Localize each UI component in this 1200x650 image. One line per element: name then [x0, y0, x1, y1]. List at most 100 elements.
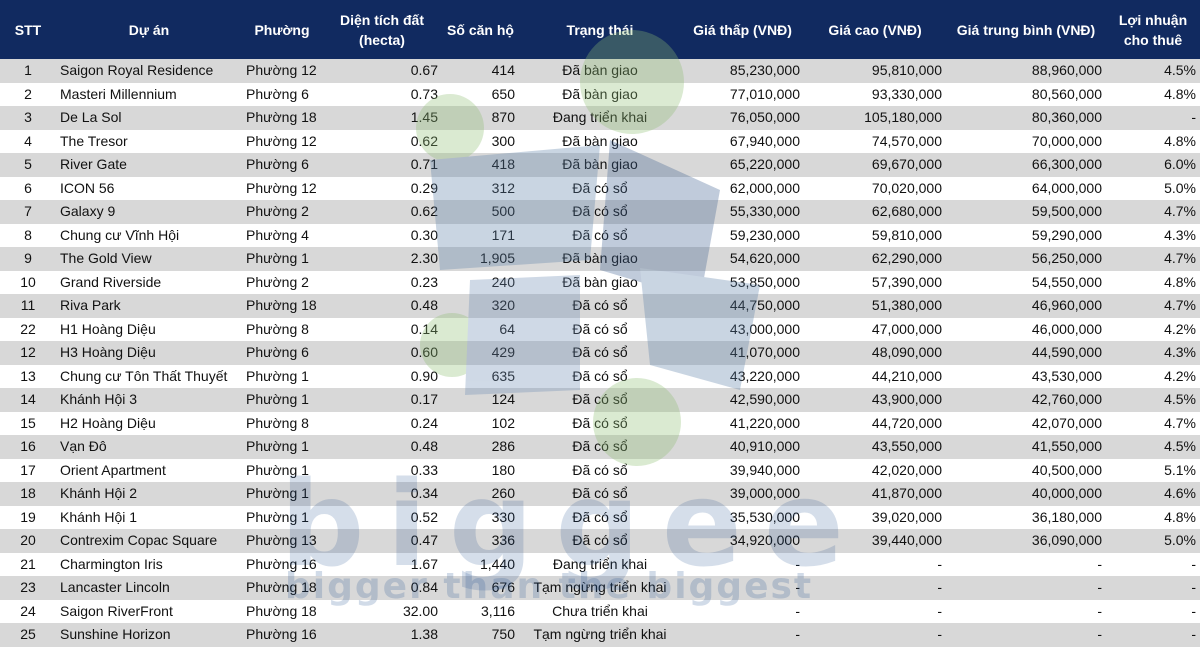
- cell-land-area: 0.71: [322, 153, 442, 177]
- cell-avg-price: 36,180,000: [946, 505, 1106, 529]
- cell-avg-price: 40,500,000: [946, 458, 1106, 482]
- cell-avg-price: 70,000,000: [946, 129, 1106, 153]
- table-row: 16 Vạn Đô Phường 1 0.48 286 Đã có sổ 40,910,00…: [0, 435, 1200, 459]
- cell-stt: 13: [0, 364, 56, 388]
- cell-land-area: 0.34: [322, 482, 442, 506]
- cell-land-area: 0.48: [322, 435, 442, 459]
- cell-avg-price: -: [946, 576, 1106, 600]
- table-header: STT Dự án Phường Diện tích đất (hecta) S…: [0, 0, 1200, 59]
- cell-max-price: -: [804, 623, 946, 647]
- cell-project-name: Lancaster Lincoln: [56, 576, 242, 600]
- cell-rental-yield: 4.8%: [1106, 129, 1200, 153]
- cell-land-area: 0.48: [322, 294, 442, 318]
- table-row: 24 Saigon RiverFront Phường 18 32.00 3,116 Ch…: [0, 599, 1200, 623]
- table-row: 19 Khánh Hội 1 Phường 1 0.52 330 Đã có sổ 35,5…: [0, 505, 1200, 529]
- cell-status: Đã có sổ: [519, 435, 681, 459]
- cell-land-area: 0.62: [322, 129, 442, 153]
- cell-ward: Phường 12: [242, 59, 322, 83]
- cell-ward: Phường 1: [242, 388, 322, 412]
- cell-rental-yield: 4.7%: [1106, 200, 1200, 224]
- cell-max-price: 70,020,000: [804, 176, 946, 200]
- cell-land-area: 0.23: [322, 270, 442, 294]
- header-rental-yield: Lợi nhuận cho thuê: [1106, 0, 1200, 59]
- cell-rental-yield: -: [1106, 106, 1200, 130]
- table-row: 3 De La Sol Phường 18 1.45 870 Đang triển kha…: [0, 106, 1200, 130]
- cell-rental-yield: -: [1106, 552, 1200, 576]
- cell-min-price: 40,910,000: [681, 435, 804, 459]
- cell-rental-yield: 4.2%: [1106, 364, 1200, 388]
- cell-unit-count: 870: [442, 106, 519, 130]
- cell-max-price: -: [804, 599, 946, 623]
- cell-ward: Phường 1: [242, 505, 322, 529]
- table-row: 11 Riva Park Phường 18 0.48 320 Đã có sổ 44,75…: [0, 294, 1200, 318]
- cell-unit-count: 312: [442, 176, 519, 200]
- cell-rental-yield: 5.1%: [1106, 458, 1200, 482]
- cell-rental-yield: 4.8%: [1106, 82, 1200, 106]
- cell-status: Đã có sổ: [519, 529, 681, 553]
- cell-stt: 21: [0, 552, 56, 576]
- cell-ward: Phường 2: [242, 200, 322, 224]
- cell-avg-price: 42,070,000: [946, 411, 1106, 435]
- cell-min-price: 41,220,000: [681, 411, 804, 435]
- cell-land-area: 2.30: [322, 247, 442, 271]
- header-min-price: Giá thấp (VNĐ): [681, 0, 804, 59]
- cell-unit-count: 1,905: [442, 247, 519, 271]
- cell-project-name: Saigon RiverFront: [56, 599, 242, 623]
- cell-project-name: Saigon Royal Residence: [56, 59, 242, 83]
- cell-project-name: H1 Hoàng Diệu: [56, 317, 242, 341]
- cell-unit-count: 286: [442, 435, 519, 459]
- cell-unit-count: 124: [442, 388, 519, 412]
- cell-max-price: 43,550,000: [804, 435, 946, 459]
- header-max-price: Giá cao (VNĐ): [804, 0, 946, 59]
- cell-rental-yield: 5.0%: [1106, 529, 1200, 553]
- cell-status: Đã có sổ: [519, 317, 681, 341]
- cell-avg-price: 64,000,000: [946, 176, 1106, 200]
- cell-unit-count: 300: [442, 129, 519, 153]
- cell-avg-price: 41,550,000: [946, 435, 1106, 459]
- cell-ward: Phường 1: [242, 482, 322, 506]
- cell-land-area: 0.62: [322, 200, 442, 224]
- page: STT Dự án Phường Diện tích đất (hecta) S…: [0, 0, 1200, 650]
- cell-unit-count: 429: [442, 341, 519, 365]
- cell-max-price: 51,380,000: [804, 294, 946, 318]
- cell-max-price: 62,290,000: [804, 247, 946, 271]
- table-row: 21 Charmington Iris Phường 16 1.67 1,440 Đang…: [0, 552, 1200, 576]
- cell-unit-count: 418: [442, 153, 519, 177]
- cell-avg-price: 44,590,000: [946, 341, 1106, 365]
- cell-avg-price: 42,760,000: [946, 388, 1106, 412]
- cell-avg-price: -: [946, 552, 1106, 576]
- cell-max-price: 105,180,000: [804, 106, 946, 130]
- cell-max-price: -: [804, 576, 946, 600]
- table-row: 13 Chung cư Tôn Thất Thuyết Phường 1 0.90 63…: [0, 364, 1200, 388]
- cell-rental-yield: 4.2%: [1106, 317, 1200, 341]
- cell-max-price: 59,810,000: [804, 223, 946, 247]
- cell-max-price: 74,570,000: [804, 129, 946, 153]
- cell-rental-yield: 4.3%: [1106, 223, 1200, 247]
- cell-avg-price: 46,000,000: [946, 317, 1106, 341]
- cell-unit-count: 676: [442, 576, 519, 600]
- cell-unit-count: 336: [442, 529, 519, 553]
- cell-min-price: -: [681, 623, 804, 647]
- cell-project-name: ICON 56: [56, 176, 242, 200]
- cell-status: Chưa triển khai: [519, 599, 681, 623]
- cell-ward: Phường 16: [242, 623, 322, 647]
- cell-project-name: Chung cư Tôn Thất Thuyết: [56, 364, 242, 388]
- cell-project-name: Khánh Hội 1: [56, 505, 242, 529]
- cell-status: Tạm ngừng triển khai: [519, 623, 681, 647]
- cell-land-area: 0.60: [322, 341, 442, 365]
- cell-status: Tạm ngừng triển khai: [519, 576, 681, 600]
- cell-land-area: 0.29: [322, 176, 442, 200]
- cell-unit-count: 180: [442, 458, 519, 482]
- cell-avg-price: 36,090,000: [946, 529, 1106, 553]
- cell-min-price: 39,000,000: [681, 482, 804, 506]
- cell-unit-count: 1,440: [442, 552, 519, 576]
- cell-min-price: 77,010,000: [681, 82, 804, 106]
- cell-project-name: Khánh Hội 2: [56, 482, 242, 506]
- cell-stt: 25: [0, 623, 56, 647]
- cell-ward: Phường 18: [242, 106, 322, 130]
- cell-ward: Phường 13: [242, 529, 322, 553]
- cell-min-price: 53,850,000: [681, 270, 804, 294]
- cell-status: Đã có sổ: [519, 505, 681, 529]
- cell-land-area: 0.52: [322, 505, 442, 529]
- cell-unit-count: 500: [442, 200, 519, 224]
